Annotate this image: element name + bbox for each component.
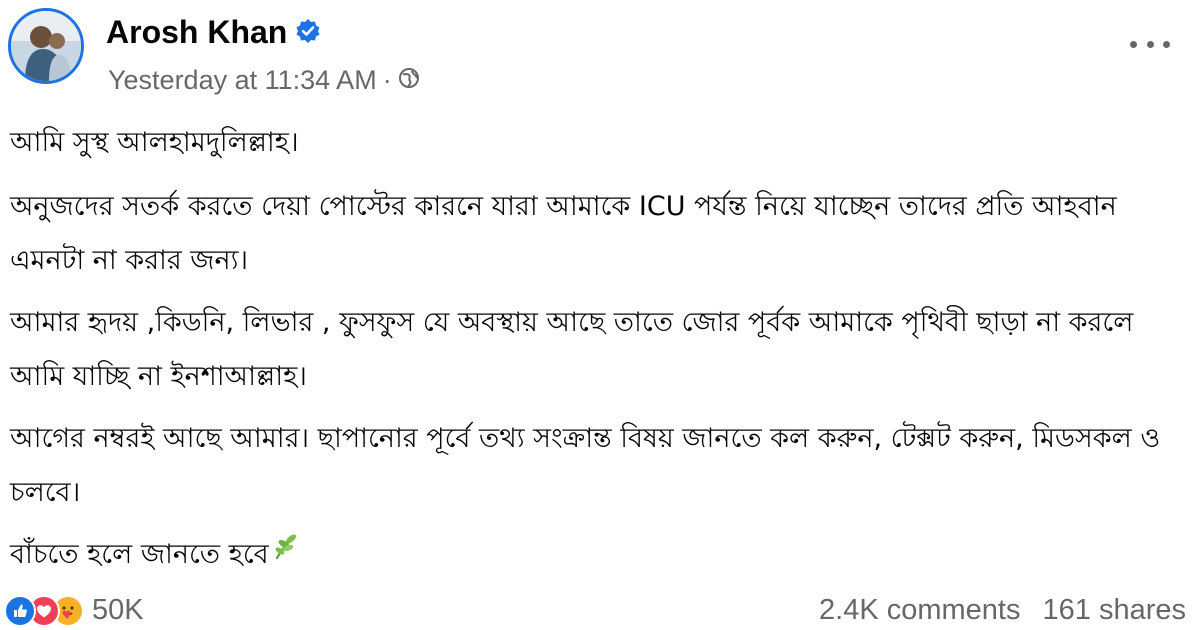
post-paragraph-text: বাঁচতে হলে জানতে হবে (10, 539, 269, 570)
engagement-stats: 2.4K comments 161 shares (819, 594, 1186, 627)
globe-icon[interactable] (398, 62, 420, 98)
verified-badge-icon (295, 13, 321, 53)
post-body: আমি সুস্থ আলহামদুলিল্লাহ। অনুজদের সতর্ক … (10, 116, 1180, 590)
post-paragraph: আগের নম্বরই আছে আমার। ছাপানোর পূর্বে তথ্… (10, 423, 1161, 508)
more-options-icon[interactable] (1130, 30, 1170, 58)
reactions-summary[interactable]: 50K (4, 594, 144, 627)
avatar-photo (11, 11, 81, 81)
post-paragraph: আমার হৃদয় ,কিডনি, লিভার , ফুসফুস যে অবস… (10, 307, 1134, 392)
comments-count[interactable]: 2.4K comments (819, 594, 1020, 626)
more-dot (1163, 40, 1170, 48)
herb-emoji-icon (271, 526, 301, 580)
author-avatar[interactable] (8, 8, 84, 84)
post-footer: 50K 2.4K comments 161 shares (0, 592, 1200, 630)
author-name-row: Arosh Khan (106, 12, 321, 53)
post-meta: Yesterday at 11:34 AM · (108, 62, 420, 98)
more-dot (1130, 40, 1137, 48)
reactions-count[interactable]: 50K (92, 594, 144, 627)
post-paragraph: অনুজদের সতর্ক করতে দেয়া পোস্টের কারনে য… (10, 191, 1117, 276)
post-timestamp[interactable]: Yesterday at 11:34 AM (108, 65, 377, 95)
author-name[interactable]: Arosh Khan (106, 14, 287, 50)
post-paragraph: আমি সুস্থ আলহামদুলিল্লাহ। (10, 127, 299, 158)
post-paragraph-last: বাঁচতে হলে জানতে হবে (10, 528, 1180, 582)
more-dot (1146, 40, 1154, 48)
like-reaction-icon (4, 594, 36, 627)
shares-count[interactable]: 161 shares (1043, 594, 1187, 626)
meta-separator: · (382, 65, 392, 95)
